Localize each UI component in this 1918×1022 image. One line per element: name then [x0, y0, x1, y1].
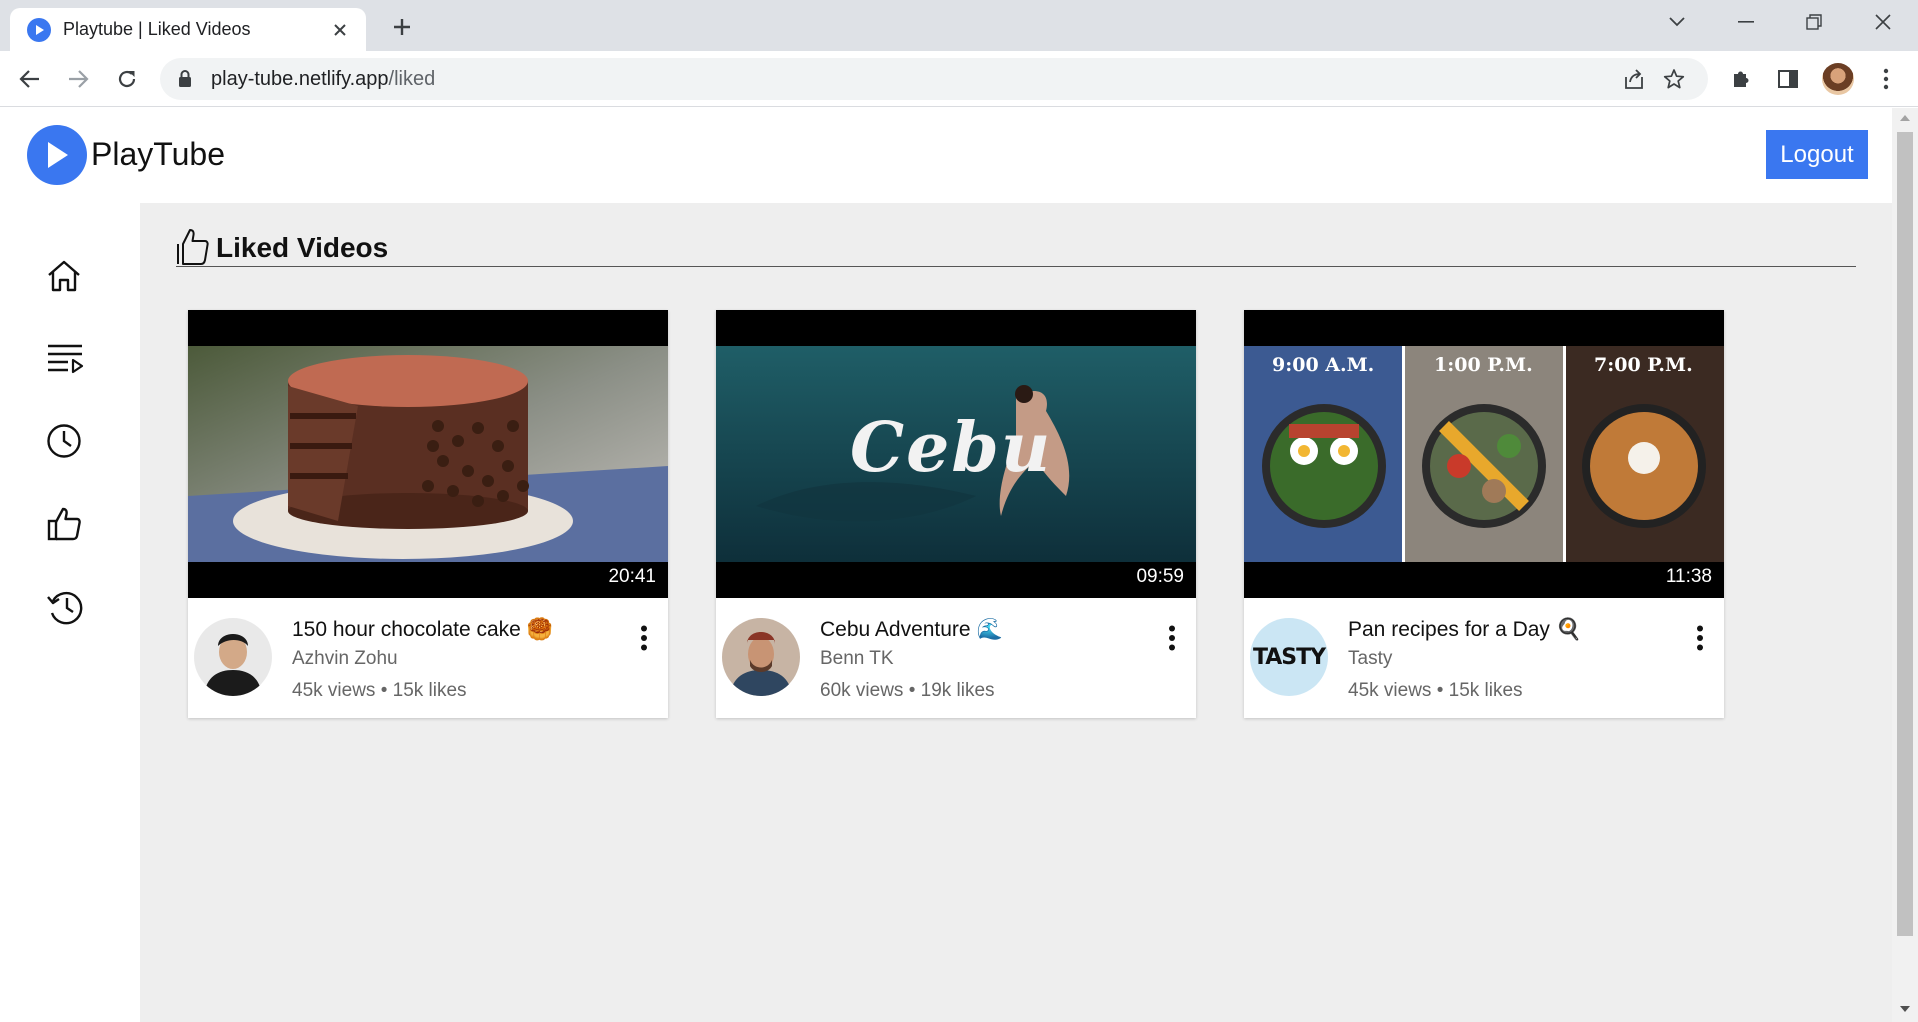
video-stats: 45k views • 15k likes — [1348, 680, 1523, 701]
restore-icon[interactable] — [1797, 8, 1831, 36]
thumbs-up-icon — [176, 228, 212, 266]
logout-button[interactable]: Logout — [1766, 130, 1868, 179]
video-stats: 60k views • 19k likes — [820, 680, 995, 701]
thumbnail-image — [188, 346, 668, 562]
more-options-icon[interactable] — [1160, 620, 1184, 656]
side-panel-icon[interactable] — [1772, 63, 1804, 95]
playlist-icon — [46, 341, 84, 375]
reload-icon[interactable] — [111, 63, 143, 95]
back-arrow-icon[interactable] — [14, 63, 46, 95]
new-tab-icon[interactable] — [386, 11, 418, 43]
history-icon — [46, 589, 84, 625]
sidebar-item-history[interactable] — [46, 585, 84, 629]
channel-avatar[interactable]: TASTY — [1250, 618, 1328, 696]
channel-avatar[interactable] — [194, 618, 272, 696]
tab-title: Playtube | Liked Videos — [63, 19, 251, 39]
video-card[interactable]: 20:41 150 hour chocolate cake 🥮 Azhvin Z… — [188, 310, 668, 718]
video-card[interactable]: 9:00 A.M. 1:00 P.M. 7:00 P.M. 11:38 TAST… — [1244, 310, 1724, 718]
browser-tab[interactable]: Playtube | Liked Videos — [10, 8, 366, 51]
scroll-down-arrow-icon[interactable] — [1900, 1006, 1910, 1013]
minimize-icon[interactable] — [1729, 8, 1763, 36]
thumbnail-image: 9:00 A.M. 1:00 P.M. 7:00 P.M. — [1244, 346, 1724, 562]
sidebar — [0, 203, 140, 1022]
tasty-logo-text: TASTY — [1252, 644, 1326, 670]
address-bar[interactable]: play-tube.netlify.app/liked — [160, 58, 1708, 100]
sidebar-item-home[interactable] — [46, 254, 82, 298]
app-header: PlayTube Logout — [0, 108, 1892, 203]
bookmark-star-icon[interactable] — [1662, 67, 1686, 91]
tab-close-icon[interactable] — [328, 18, 352, 42]
video-title[interactable]: Pan recipes for a Day 🍳 — [1348, 618, 1582, 642]
profile-avatar[interactable] — [1822, 63, 1854, 95]
more-options-icon[interactable] — [1688, 620, 1712, 656]
page: PlayTube Logout Liked Videos 20:41 150 h… — [0, 108, 1918, 1022]
thumbnail-text: Cebu — [850, 408, 1053, 488]
page-title: Liked Videos — [216, 231, 389, 263]
page-scrollbar[interactable] — [1892, 108, 1918, 1022]
channel-name[interactable]: Azhvin Zohu — [292, 648, 398, 670]
sidebar-item-watch-later[interactable] — [46, 419, 82, 463]
video-duration: 09:59 — [1132, 564, 1188, 590]
sidebar-item-liked[interactable] — [46, 502, 82, 546]
browser-tab-strip: Playtube | Liked Videos — [0, 0, 1918, 51]
video-thumbnail[interactable]: 9:00 A.M. 1:00 P.M. 7:00 P.M. 11:38 — [1244, 310, 1724, 598]
video-duration: 11:38 — [1661, 564, 1716, 590]
section-header: Liked Videos — [176, 227, 1856, 267]
video-title[interactable]: Cebu Adventure 🌊 — [820, 618, 1003, 642]
extensions-puzzle-icon[interactable] — [1725, 63, 1757, 95]
thumbnail-label: 9:00 A.M. — [1272, 354, 1375, 376]
liked-icon — [46, 506, 82, 542]
thumbnail-image: Cebu — [716, 346, 1196, 562]
video-thumbnail[interactable]: Cebu 09:59 — [716, 310, 1196, 598]
url-text[interactable]: play-tube.netlify.app/liked — [211, 68, 435, 91]
thumbnail-label: 1:00 P.M. — [1434, 354, 1533, 376]
video-duration: 20:41 — [604, 564, 660, 590]
channel-name[interactable]: Benn TK — [820, 648, 894, 670]
logo-text[interactable]: PlayTube — [91, 136, 225, 173]
main-content: Liked Videos 20:41 150 hour chocolate ca… — [140, 203, 1892, 1022]
video-card[interactable]: Cebu 09:59 Cebu Adventure 🌊 Benn TK 60k … — [716, 310, 1196, 718]
url-path: /liked — [388, 68, 436, 90]
scrollbar-thumb[interactable] — [1897, 132, 1913, 936]
watch-later-icon — [46, 423, 82, 459]
channel-name[interactable]: Tasty — [1348, 648, 1392, 670]
video-title[interactable]: 150 hour chocolate cake 🥮 — [292, 618, 553, 642]
browser-menu-icon[interactable] — [1870, 63, 1902, 95]
lock-icon — [178, 70, 192, 88]
url-host: play-tube.netlify.app — [211, 68, 389, 90]
forward-arrow-icon[interactable] — [62, 63, 94, 95]
playtube-logo-icon[interactable] — [27, 125, 87, 185]
close-window-icon[interactable] — [1866, 8, 1900, 36]
channel-avatar[interactable] — [722, 618, 800, 696]
browser-toolbar: play-tube.netlify.app/liked — [0, 51, 1918, 107]
playtube-favicon-icon — [27, 17, 51, 42]
scroll-up-arrow-icon[interactable] — [1900, 114, 1910, 121]
video-stats: 45k views • 15k likes — [292, 680, 467, 701]
more-options-icon[interactable] — [632, 620, 656, 656]
home-icon — [46, 258, 82, 294]
sidebar-item-playlist[interactable] — [46, 336, 84, 380]
share-icon[interactable] — [1622, 67, 1646, 91]
tab-search-chevron-down-icon[interactable] — [1660, 8, 1694, 36]
video-thumbnail[interactable]: 20:41 — [188, 310, 668, 598]
thumbnail-label: 7:00 P.M. — [1594, 354, 1693, 376]
